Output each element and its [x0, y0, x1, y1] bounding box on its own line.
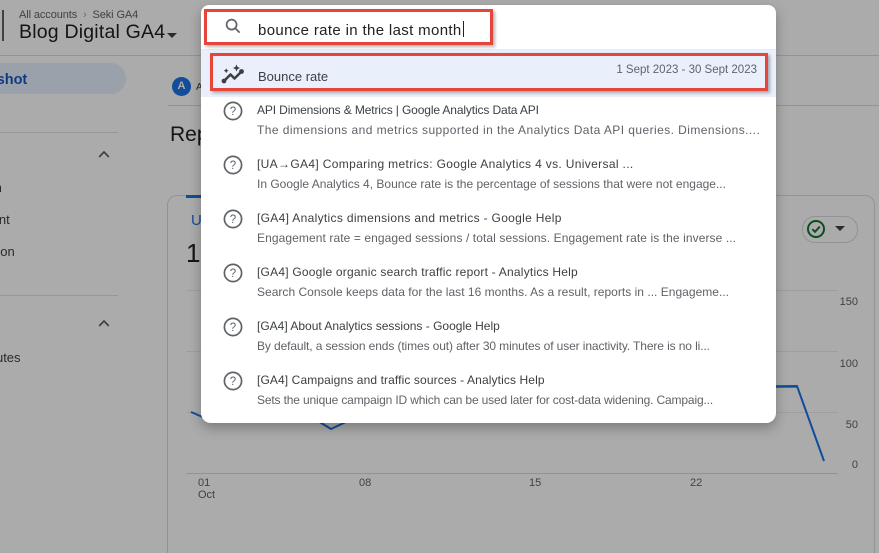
svg-text:?: ?: [230, 322, 236, 334]
svg-text:?: ?: [230, 160, 236, 172]
svg-text:?: ?: [230, 268, 236, 280]
svg-text:?: ?: [230, 106, 236, 118]
svg-text:?: ?: [230, 376, 236, 388]
svg-text:?: ?: [230, 214, 236, 226]
